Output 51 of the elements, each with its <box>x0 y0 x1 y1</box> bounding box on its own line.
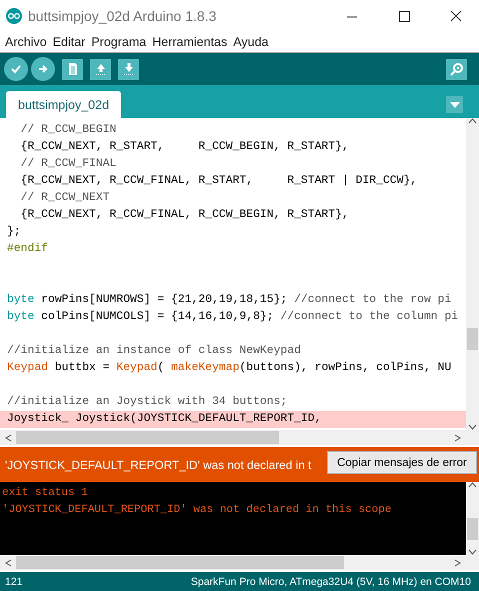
menu-item[interactable]: Ayuda <box>230 35 272 49</box>
code-line: //initialize an instance of class NewKeypad <box>6 344 302 359</box>
magnifier-icon <box>448 61 464 77</box>
save-button[interactable] <box>118 58 139 80</box>
code-line: // R_CCW_FINAL <box>20 156 118 172</box>
menu-item[interactable]: Herramientas <box>149 35 230 49</box>
menu-item[interactable]: Archivo <box>2 35 50 49</box>
down-arrow-icon <box>123 63 134 75</box>
board-info: SparkFun Pro Micro, ATmega32U4 (5V, 16 MHz) en COM10 <box>190 576 471 588</box>
checkmark-icon <box>11 65 21 74</box>
scrollbar-thumb[interactable] <box>467 328 478 350</box>
right-arrow-icon <box>38 65 48 73</box>
code-line: //initialize an Joystick with 34 buttons; <box>6 394 288 410</box>
maximize-icon <box>399 10 410 22</box>
tab[interactable]: buttsimpjoy_02d <box>6 91 122 118</box>
console-line: exit status 1 <box>1 486 89 501</box>
triangle-down-icon <box>450 102 460 108</box>
scrollbar-thumb[interactable] <box>16 431 279 444</box>
new-button[interactable] <box>62 58 83 80</box>
code-line: byte colPins[NUMCOLS] = {14,16,10,9,8}; //connect to the column pi <box>6 310 460 325</box>
code-line: // R_CCW_NEXT <box>20 190 111 206</box>
serial-monitor-button[interactable] <box>446 58 467 80</box>
scroll-up-icon <box>468 482 477 488</box>
code-line: {R_CCW_NEXT, R_CCW_FINAL, R_START, R_START | DIR_CCW}, <box>20 174 418 189</box>
code-line: {R_CCW_NEXT, R_CCW_FINAL, R_CCW_BEGIN, R_START}, <box>20 208 350 223</box>
scroll-up-icon <box>468 118 477 124</box>
copy-errors-button[interactable]: Copiar mensajes de error <box>327 451 477 474</box>
up-arrow-icon <box>95 64 106 75</box>
upload-button[interactable] <box>31 57 55 81</box>
line-number: 121 <box>5 576 23 588</box>
scroll-down-icon <box>468 424 477 430</box>
window-title: buttsimpjoy_02d Arduino 1.8.3 <box>28 8 218 24</box>
code-line: Keypad buttbx = Keypad( makeKeymap(buttons), rowPins, colPins, NU <box>6 360 452 376</box>
infinity-logo-icon <box>6 8 22 24</box>
document-icon <box>68 63 76 75</box>
scroll-down-icon <box>468 549 477 555</box>
console-line: 'JOYSTICK_DEFAULT_REPORT_ID' was not declared in this scope <box>1 503 392 518</box>
verify-button[interactable] <box>4 57 28 81</box>
error-message: 'JOYSTICK_DEFAULT_REPORT_ID' was not declared in t <box>4 458 312 472</box>
open-button[interactable] <box>90 58 111 80</box>
menu-item[interactable]: Editar <box>50 35 88 49</box>
code-line: byte rowPins[NUMROWS] = {21,20,19,18,15}; //connect to the row pi <box>6 292 452 308</box>
code-line: // R_CCW_BEGIN <box>20 122 118 138</box>
code-line: {R_CCW_NEXT, R_START, R_CCW_BEGIN, R_START}, <box>20 140 350 155</box>
minimize-icon <box>346 16 358 17</box>
scrollbar-thumb[interactable] <box>16 556 344 569</box>
scrollbar-thumb[interactable] <box>467 518 478 540</box>
code-line: #endif <box>6 242 50 257</box>
menu-item[interactable]: Programa <box>88 35 150 49</box>
code-line: }; <box>6 224 22 240</box>
close-icon <box>450 10 462 21</box>
